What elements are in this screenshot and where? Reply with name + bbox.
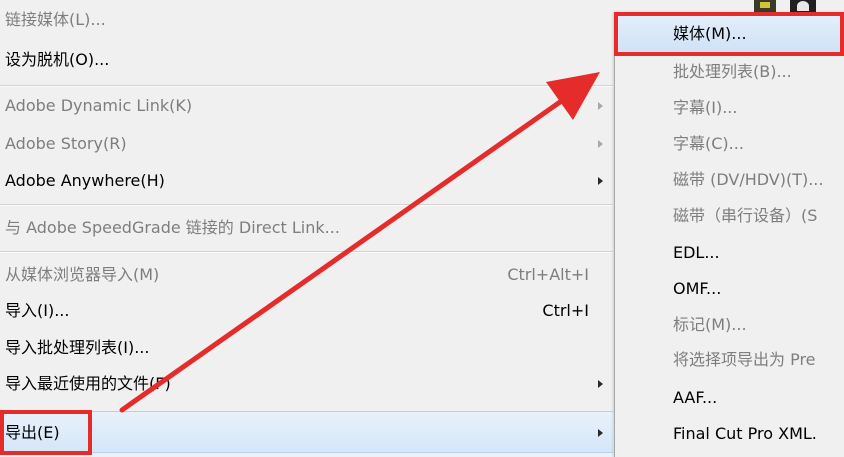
- export-submenu: 媒体(M)... 批处理列表(B)... 字幕(I)... 字幕(C)... 磁…: [614, 12, 844, 457]
- menu-item-label: Adobe Story(R): [5, 134, 127, 153]
- menu-item-import-recent[interactable]: 导入最近使用的文件(F): [0, 366, 613, 402]
- menu-item-import-from-browser[interactable]: 从媒体浏览器导入(M) Ctrl+Alt+I: [0, 257, 613, 293]
- submenu-arrow-icon: [598, 177, 603, 185]
- file-menu: 链接媒体(L)... 设为脱机(O)... Adobe Dynamic Link…: [0, 0, 613, 457]
- menu-item-adobe-story[interactable]: Adobe Story(R): [0, 126, 613, 162]
- menu-item-label: 字幕(C)...: [673, 134, 744, 153]
- shortcut-label: Ctrl+I: [542, 301, 589, 320]
- menu-item-label: 导出(E): [5, 423, 60, 442]
- menu-item-label: 导入批处理列表(I)...: [5, 338, 150, 357]
- menu-item-direct-link[interactable]: 与 Adobe SpeedGrade 链接的 Direct Link...: [0, 210, 613, 246]
- menu-item-import-batch-list[interactable]: 导入批处理列表(I)...: [0, 330, 613, 366]
- menu-separator: [0, 85, 613, 87]
- shortcut-label: Ctrl+Alt+I: [507, 265, 589, 284]
- menu-item-label: Final Cut Pro XML.: [673, 424, 817, 443]
- submenu-arrow-icon: [598, 429, 603, 437]
- submenu-item-tape-serial[interactable]: 磁带（串行设备）(S: [615, 198, 844, 234]
- menu-item-label: Adobe Dynamic Link(K): [5, 96, 193, 115]
- menu-item-label: 导入最近使用的文件(F): [5, 374, 171, 393]
- submenu-item-omf[interactable]: OMF...: [615, 271, 844, 307]
- menu-item-label: 导入(I)...: [5, 301, 70, 320]
- menu-item-label: 媒体(M)...: [673, 24, 747, 43]
- menu-item-import[interactable]: 导入(I)... Ctrl+I: [0, 293, 613, 329]
- menu-item-label: AAF...: [673, 388, 718, 407]
- menu-item-link-media[interactable]: 链接媒体(L)...: [0, 2, 613, 38]
- menu-item-label: 从媒体浏览器导入(M): [5, 265, 160, 284]
- menu-item-label: Adobe Anywhere(H): [5, 171, 165, 190]
- submenu-item-aaf[interactable]: AAF...: [615, 380, 844, 416]
- menu-item-label: OMF...: [673, 279, 722, 298]
- menu-item-label: 与 Adobe SpeedGrade 链接的 Direct Link...: [5, 218, 340, 237]
- submenu-item-title-c[interactable]: 字幕(C)...: [615, 126, 844, 162]
- menu-separator: [0, 251, 613, 253]
- menu-item-export[interactable]: 导出(E): [0, 411, 613, 453]
- menu-item-label: 批处理列表(B)...: [673, 62, 792, 81]
- submenu-arrow-icon: [598, 140, 603, 148]
- menu-item-label: 标记(M)...: [673, 315, 747, 334]
- submenu-item-edl[interactable]: EDL...: [615, 235, 844, 271]
- submenu-item-batch-list[interactable]: 批处理列表(B)...: [615, 54, 844, 90]
- submenu-item-media[interactable]: 媒体(M)...: [618, 15, 844, 53]
- submenu-item-markers[interactable]: 标记(M)...: [615, 307, 844, 343]
- thumbnail-detail: [797, 1, 809, 11]
- menu-item-label: 设为脱机(O)...: [5, 50, 110, 69]
- submenu-item-tape-dv[interactable]: 磁带 (DV/HDV)(T)...: [615, 162, 844, 198]
- submenu-item-final-cut-xml[interactable]: Final Cut Pro XML.: [615, 416, 844, 452]
- menu-item-label: EDL...: [673, 243, 720, 262]
- menu-item-label: 字幕(I)...: [673, 98, 738, 117]
- menu-item-make-offline[interactable]: 设为脱机(O)...: [0, 42, 613, 78]
- menu-item-label: 磁带 (DV/HDV)(T)...: [673, 170, 824, 189]
- submenu-arrow-icon: [598, 380, 603, 388]
- thumbnail-detail: [760, 2, 770, 8]
- menu-item-label: 磁带（串行设备）(S: [673, 206, 818, 225]
- menu-item-label: 链接媒体(L)...: [5, 10, 106, 29]
- submenu-item-title-i[interactable]: 字幕(I)...: [615, 90, 844, 126]
- menu-item-label: 将选择项导出为 Pre: [673, 350, 816, 369]
- submenu-item-export-selection[interactable]: 将选择项导出为 Pre: [615, 342, 844, 378]
- menu-item-adobe-anywhere[interactable]: Adobe Anywhere(H): [0, 163, 613, 199]
- submenu-arrow-icon: [598, 102, 603, 110]
- menu-item-dynamic-link[interactable]: Adobe Dynamic Link(K): [0, 88, 613, 124]
- menu-separator: [0, 204, 613, 206]
